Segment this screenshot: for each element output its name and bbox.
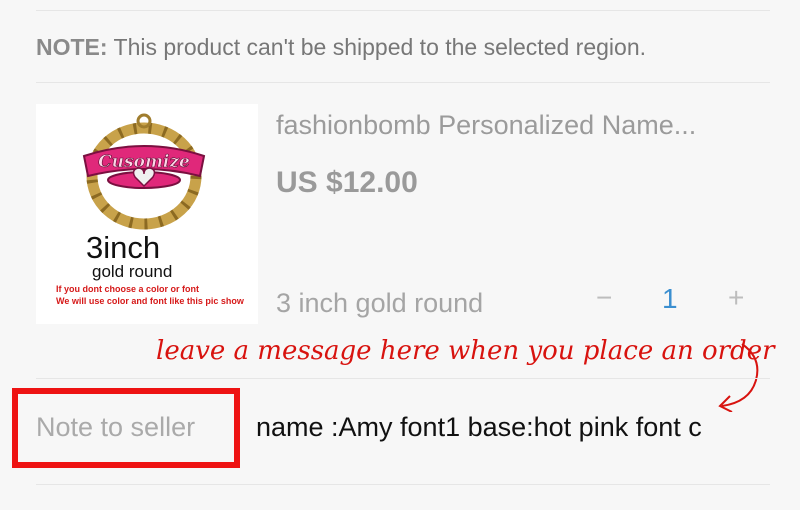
hoop-logo-text: Cusomize (98, 152, 190, 172)
note-to-seller-input[interactable]: name :Amy font1 base:hot pink font c (256, 412, 766, 443)
notice-divider (36, 82, 770, 83)
top-divider (36, 10, 770, 11)
note-divider (36, 378, 770, 379)
product-price: US $12.00 (276, 166, 418, 199)
shipping-notice: NOTE: This product can't be shipped to t… (36, 34, 646, 61)
image-note-line1: If you dont choose a color or font (56, 284, 199, 294)
product-image[interactable]: Cusomize 3inch gold round If you dont ch… (36, 104, 258, 324)
image-note-line2: We will use color and font like this pic… (56, 296, 244, 306)
quantity-increase-button[interactable]: + (728, 282, 744, 314)
quantity-decrease-button[interactable]: − (596, 282, 612, 314)
product-variant: 3 inch gold round (276, 288, 484, 318)
quantity-value: 1 (662, 283, 678, 314)
bottom-divider (36, 484, 770, 485)
note-to-seller-label: Note to seller (36, 412, 196, 442)
image-sub-text: gold round (92, 262, 173, 281)
notice-label: NOTE: (36, 34, 108, 60)
product-title[interactable]: fashionbomb Personalized Name... (276, 110, 766, 141)
notice-text: This product can't be shipped to the sel… (113, 34, 646, 60)
annotation-text: leave a message here when you place an o… (156, 336, 775, 366)
image-size-text: 3inch (86, 230, 161, 265)
annotation-arrow-icon (718, 343, 759, 412)
hoop-earring-image: Cusomize (82, 113, 206, 230)
